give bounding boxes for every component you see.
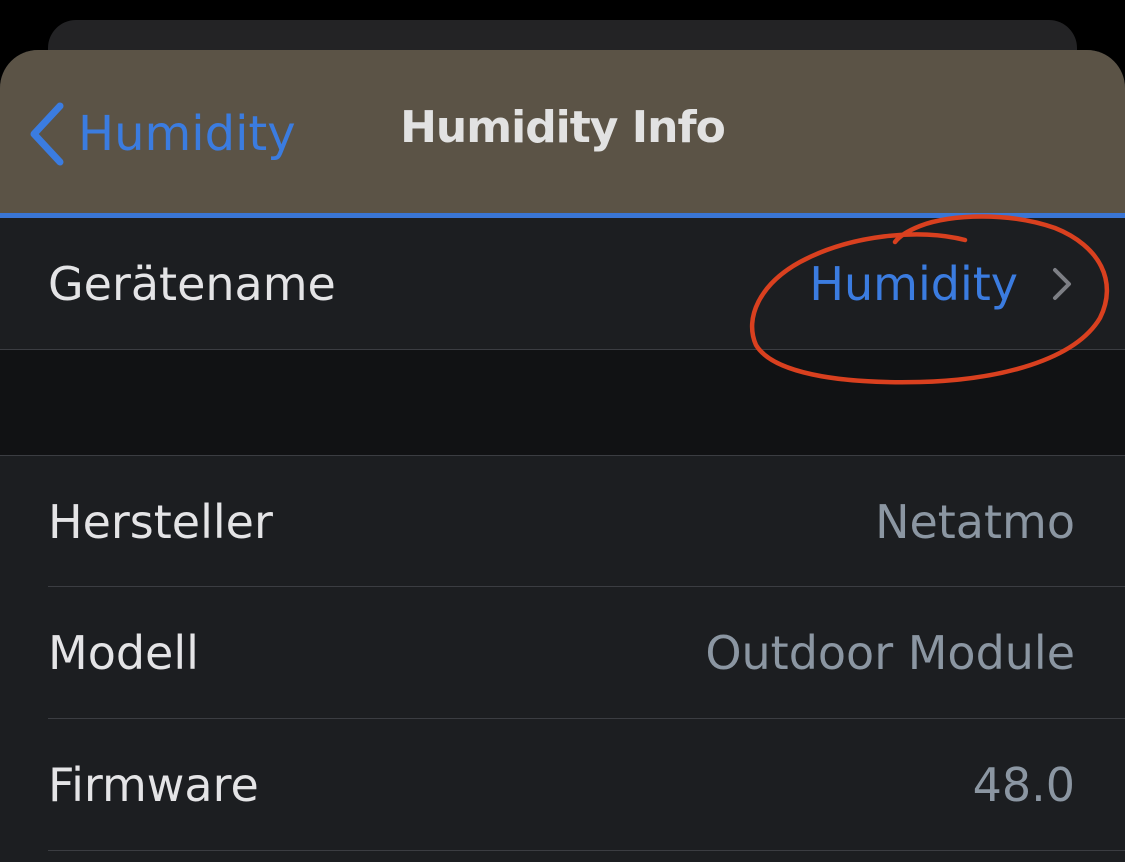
info-sheet: Humidity Humidity Info Gerätename Humidi… <box>0 50 1125 862</box>
firmware-value: 48.0 <box>972 757 1075 812</box>
device-name-label: Gerätename <box>48 256 336 311</box>
manufacturer-row: Hersteller Netatmo <box>0 456 1125 587</box>
manufacturer-value: Netatmo <box>875 494 1075 549</box>
model-label: Modell <box>48 625 199 680</box>
device-name-row[interactable]: Gerätename Humidity <box>0 218 1125 349</box>
device-name-value[interactable]: Humidity <box>809 257 1018 311</box>
model-value: Outdoor Module <box>705 625 1075 680</box>
manufacturer-label: Hersteller <box>48 494 273 549</box>
row-divider <box>48 850 1125 851</box>
firmware-label: Firmware <box>48 757 259 812</box>
model-row: Modell Outdoor Module <box>0 587 1125 718</box>
page-title: Humidity Info <box>400 102 726 153</box>
firmware-row: Firmware 48.0 <box>0 719 1125 850</box>
navigation-bar: Humidity Humidity Info <box>0 50 1125 213</box>
section-gap <box>0 350 1125 455</box>
chevron-right-icon <box>1053 267 1071 300</box>
